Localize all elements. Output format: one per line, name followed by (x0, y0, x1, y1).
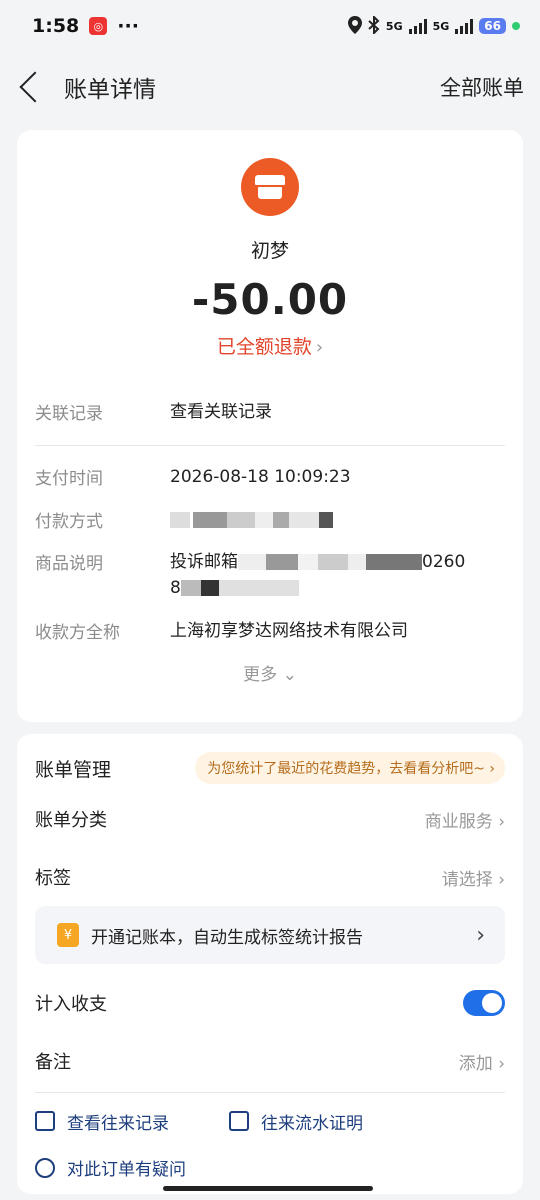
merchant-name: 初梦 (250, 240, 289, 262)
payee-value: 上海初享梦达网络技术有限公司 (170, 620, 408, 641)
status-time: 1:58 (32, 15, 80, 37)
spending-trend-tip-text: 为您统计了最近的花费趋势，去看看分析吧~ (207, 761, 485, 777)
page-title: 账单详情 (64, 77, 156, 103)
privacy-dot-icon (512, 22, 520, 30)
bill-amount: -50.00 (191, 275, 349, 324)
income-expense-toggle[interactable] (463, 990, 505, 1016)
status-left: 1:58 ◎ ··· (32, 15, 139, 37)
flow-proof-label: 往来流水证明 (261, 1113, 363, 1134)
tag-value: 请选择 (441, 869, 493, 890)
pay-time-value: 2026-08-18 10:09:23 (170, 467, 351, 488)
flow-proof-button[interactable]: 往来流水证明 (229, 1109, 363, 1134)
status-right: 5G 5G 66 (347, 14, 520, 37)
nav-left: 账单详情 (16, 70, 156, 104)
chevron-right-icon: › (498, 1053, 505, 1074)
ledger-icon: ¥ (57, 923, 79, 947)
spending-trend-tip[interactable]: 为您统计了最近的花费趋势，去看看分析吧~ › (195, 752, 505, 784)
network-label-2: 5G (432, 19, 450, 33)
order-question-button[interactable]: 对此订单有疑问 (35, 1155, 505, 1180)
network-label-1: 5G (385, 19, 403, 33)
status-bar: 1:58 ◎ ··· 5G 5G 66 (0, 0, 540, 52)
back-arrow-icon[interactable] (19, 71, 51, 103)
category-value: 商业服务 (424, 811, 493, 832)
chevron-right-icon: › (476, 922, 485, 948)
records-search-icon (35, 1111, 55, 1131)
goods-desc-line2: 8 (170, 578, 181, 599)
category-label: 账单分类 (35, 810, 107, 831)
pay-method-label: 付款方式 (35, 511, 103, 532)
action-links: 查看往来记录 往来流水证明 (35, 1093, 505, 1149)
bill-detail-card: 初梦 -50.00 已全额退款 › 关联记录 查看关联记录 支付时间 2026-0… (17, 130, 523, 722)
ledger-promo-text: 开通记账本，自动生成标签统计报告 (91, 927, 363, 948)
pay-time-label: 支付时间 (35, 469, 103, 490)
income-expense-label: 计入收支 (35, 994, 107, 1015)
refund-status-text: 已全额退款 (216, 336, 312, 358)
tag-label: 标签 (35, 868, 71, 889)
question-icon (35, 1157, 55, 1178)
management-header: 账单管理 为您统计了最近的花费趋势，去看看分析吧~ › (35, 746, 505, 790)
pay-time-row: 支付时间 2026-08-18 10:09:23 (35, 464, 505, 490)
note-value-wrap: 添加 › (459, 1049, 505, 1074)
note-value: 添加 (458, 1053, 493, 1074)
view-records-label: 查看往来记录 (67, 1113, 169, 1134)
goods-desc-start: 投诉邮箱 (170, 552, 238, 573)
category-value-wrap: 商业服务 › (425, 807, 505, 832)
bill-details: 支付时间 2026-08-18 10:09:23 付款方式 商品说明 投诉邮箱 0… (35, 464, 505, 644)
signal-icon-2 (455, 18, 474, 34)
chevron-right-icon: › (498, 869, 505, 890)
tag-value-wrap: 请选择 › (442, 865, 505, 890)
more-toggle[interactable]: 更多 ⌄ (35, 660, 505, 685)
bill-management-card: 账单管理 为您统计了最近的花费趋势，去看看分析吧~ › 账单分类 商业服务 › … (17, 734, 523, 1194)
all-bills-link[interactable]: 全部账单 (440, 72, 524, 102)
related-record-row: 关联记录 查看关联记录 (35, 399, 505, 447)
note-row[interactable]: 备注 添加 › (35, 1032, 505, 1090)
chevron-right-icon: › (498, 811, 505, 832)
shop-icon (255, 175, 285, 199)
home-indicator[interactable] (163, 1186, 373, 1191)
note-label: 备注 (35, 1052, 71, 1073)
signal-icon (408, 18, 427, 34)
chevron-down-icon: ⌄ (282, 665, 297, 686)
order-question-label: 对此订单有疑问 (67, 1160, 186, 1180)
ledger-promo-banner[interactable]: ¥ 开通记账本，自动生成标签统计报告 › (35, 906, 505, 964)
battery-icon: 66 (479, 18, 506, 34)
location-icon (347, 15, 362, 37)
goods-desc-value: 投诉邮箱 0260 8 (170, 549, 505, 602)
payee-label: 收款方全称 (35, 622, 120, 643)
chevron-right-icon: › (489, 761, 495, 777)
status-more-dots: ··· (117, 15, 139, 37)
goods-desc-end: 0260 (422, 552, 466, 573)
related-record-label: 关联记录 (35, 404, 103, 424)
view-records-button[interactable]: 查看往来记录 (35, 1109, 169, 1134)
pay-method-row: 付款方式 (35, 507, 505, 533)
pay-method-value-redacted (170, 507, 505, 533)
view-related-record-link[interactable]: 查看关联记录 (170, 399, 505, 425)
refund-status[interactable]: 已全额退款 › (35, 332, 505, 359)
payee-row: 收款方全称 上海初享梦达网络技术有限公司 (35, 618, 505, 644)
bluetooth-icon (368, 14, 380, 37)
tag-row[interactable]: 标签 请选择 › (35, 848, 505, 906)
notification-app-icon: ◎ (89, 17, 108, 35)
document-icon (229, 1111, 249, 1131)
more-label: 更多 (243, 665, 278, 686)
top-nav: 账单详情 全部账单 (0, 52, 540, 122)
income-expense-row: 计入收支 (35, 974, 505, 1032)
category-row[interactable]: 账单分类 商业服务 › (35, 790, 505, 848)
goods-desc-row: 商品说明 投诉邮箱 0260 8 (35, 549, 505, 602)
management-title: 账单管理 (35, 758, 112, 781)
goods-desc-label: 商品说明 (35, 554, 103, 575)
chevron-right-icon: › (315, 337, 324, 358)
merchant-logo (241, 158, 299, 216)
